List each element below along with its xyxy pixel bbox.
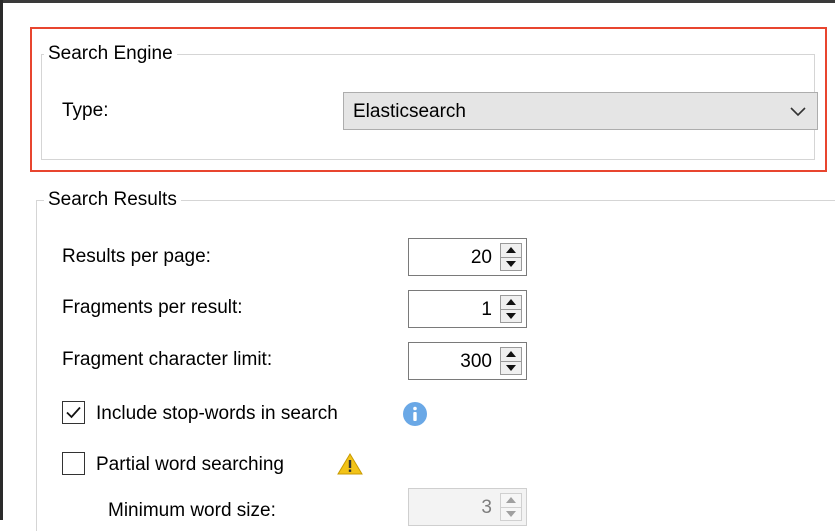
spin-down-icon	[506, 312, 516, 319]
minimum-word-size-label: Minimum word size:	[108, 500, 276, 521]
fragments-per-result-spinner[interactable]: 1	[408, 290, 527, 328]
spin-down-icon	[506, 510, 516, 517]
search-results-group-title: Search Results	[44, 189, 181, 211]
spin-up-button[interactable]	[500, 295, 522, 310]
spinner-value: 20	[470, 247, 492, 268]
spin-down-button[interactable]	[500, 507, 522, 521]
include-stopwords-checkbox[interactable]	[62, 401, 85, 424]
partial-word-checkbox[interactable]	[62, 452, 85, 475]
spin-down-icon	[506, 364, 516, 371]
chevron-down-icon	[790, 107, 806, 117]
spin-up-icon	[506, 299, 516, 306]
spin-up-icon	[506, 497, 516, 504]
window-frame-top	[0, 0, 835, 3]
spin-up-button[interactable]	[500, 243, 522, 258]
warning-icon[interactable]	[337, 452, 363, 476]
spin-up-button[interactable]	[500, 347, 522, 362]
results-per-page-spinner[interactable]: 20	[408, 238, 527, 276]
fragment-character-limit-spinner[interactable]: 300	[408, 342, 527, 380]
spin-up-icon	[506, 247, 516, 254]
spinner-value: 300	[460, 351, 492, 372]
info-icon[interactable]	[402, 401, 428, 427]
fragment-character-limit-label: Fragment character limit:	[62, 349, 273, 370]
spin-up-icon	[506, 351, 516, 358]
minimum-word-size-spinner[interactable]: 3	[408, 488, 527, 526]
dropdown-value: Elasticsearch	[353, 101, 466, 122]
spin-up-button[interactable]	[500, 493, 522, 508]
spinner-value: 3	[481, 497, 492, 518]
spinner-value: 1	[481, 299, 492, 320]
include-stopwords-label[interactable]: Include stop-words in search	[96, 403, 338, 425]
results-per-page-label: Results per page:	[62, 246, 211, 267]
spin-down-icon	[506, 260, 516, 267]
search-engine-type-dropdown[interactable]: Elasticsearch	[343, 92, 818, 130]
spin-down-button[interactable]	[500, 309, 522, 323]
partial-word-label[interactable]: Partial word searching	[96, 454, 284, 476]
fragments-per-result-label: Fragments per result:	[62, 297, 243, 318]
spin-down-button[interactable]	[500, 257, 522, 271]
checkmark-icon	[66, 406, 81, 419]
window-frame-left	[0, 0, 3, 520]
type-label: Type:	[62, 100, 109, 121]
spin-down-button[interactable]	[500, 361, 522, 375]
